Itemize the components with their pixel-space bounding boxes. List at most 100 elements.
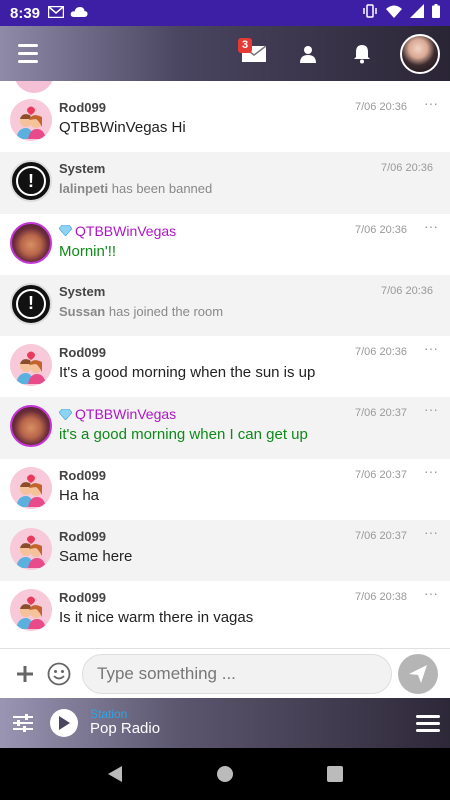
system-avatar: ! (10, 160, 52, 203)
battery-icon (432, 4, 440, 22)
attach-button[interactable] (8, 657, 42, 691)
home-button[interactable] (210, 759, 240, 789)
mail-button[interactable]: 3 (238, 37, 270, 70)
message-more-button[interactable]: ··· (424, 524, 438, 540)
message-timestamp: 7/06 20:36 (355, 101, 407, 113)
signal-icon (410, 4, 424, 22)
chat-message[interactable]: QTBBWinVegas Mornin'!! 7/06 20:36 ··· (0, 214, 450, 275)
status-bar: 8:39 (0, 0, 450, 26)
vibrate-icon (362, 4, 378, 22)
system-action: has joined the room (108, 303, 224, 319)
message-text: Is it nice warm there in vagas (59, 609, 254, 627)
message-text: Ha ha (59, 486, 100, 504)
system-subject[interactable]: lalinpeti (59, 181, 108, 196)
system-subject[interactable]: Sussan (59, 304, 105, 319)
cloud-icon (70, 5, 88, 22)
recents-icon (327, 766, 343, 782)
system-text: Sussan has joined the room (59, 304, 440, 319)
message-text: QTBBWinVegas Hi (59, 119, 186, 136)
partial-message-row (0, 81, 450, 93)
username-label: QTBBWinVegas (75, 406, 177, 423)
chat-message[interactable]: Rod099 QTBBWinVegas Hi 7/06 20:36 ··· (0, 91, 450, 152)
message-composer (0, 648, 450, 698)
exclamation-icon: ! (16, 166, 46, 197)
message-more-button[interactable]: ··· (424, 463, 438, 479)
user-icon (300, 45, 316, 63)
couple-avatar[interactable] (10, 589, 52, 632)
chat-message[interactable]: Rod099 It's a good morning when the sun … (0, 336, 450, 397)
station-name: Pop Radio (90, 720, 161, 738)
message-timestamp: 7/06 20:36 (355, 223, 407, 236)
user-avatar[interactable] (400, 33, 440, 74)
message-timestamp: 7/06 20:36 (381, 162, 433, 175)
system-nav-bar (0, 748, 450, 800)
chat-message[interactable]: Rod099 Same here 7/06 20:37 ··· (0, 520, 450, 582)
back-icon (108, 766, 122, 782)
exclamation-icon: ! (16, 288, 46, 319)
message-timestamp: 7/06 20:37 (355, 468, 407, 481)
equalizer-icon (13, 714, 33, 732)
back-button[interactable] (100, 759, 130, 789)
chat-message-list[interactable]: Rod099 QTBBWinVegas Hi 7/06 20:36 ··· ! … (0, 81, 450, 648)
radio-player-bar: Station Pop Radio (0, 698, 450, 748)
menu-icon-line (416, 721, 440, 725)
couple-avatar[interactable] (10, 528, 52, 571)
system-action: has been banned (111, 181, 213, 197)
message-more-button[interactable]: ··· (424, 340, 438, 356)
username-label: QTBBWinVegas (75, 222, 177, 239)
message-more-button[interactable]: ··· (424, 95, 438, 111)
message-text: Mornin'!! (59, 242, 117, 260)
equalizer-button[interactable] (10, 710, 36, 736)
menu-icon-line (416, 714, 440, 718)
hamburger-icon-line (18, 52, 38, 55)
system-avatar: ! (10, 282, 52, 325)
diamond-icon (59, 225, 72, 237)
lady-avatar[interactable] (10, 221, 52, 264)
lady-avatar[interactable] (10, 405, 52, 448)
emoji-button[interactable] (42, 657, 76, 691)
message-text: it's a good morning when I can get up (59, 426, 308, 444)
message-more-button[interactable]: ··· (424, 218, 438, 234)
notifications-button[interactable] (346, 38, 378, 70)
station-info[interactable]: Station Pop Radio (90, 707, 161, 738)
profile-button[interactable] (292, 38, 324, 70)
couple-avatar[interactable] (10, 99, 52, 141)
message-timestamp: 7/06 20:37 (355, 407, 407, 420)
hamburger-icon-line (18, 60, 38, 63)
play-button[interactable] (50, 709, 78, 737)
hamburger-menu-button[interactable] (10, 36, 46, 72)
chat-message[interactable]: Rod099 Is it nice warm there in vagas 7/… (0, 581, 450, 642)
wifi-icon (386, 5, 402, 22)
system-text: lalinpeti has been banned (59, 181, 440, 196)
home-icon (217, 766, 233, 782)
message-text: It's a good morning when the sun is up (59, 364, 316, 382)
app-header: 3 (0, 26, 450, 81)
system-message: ! System Sussan has joined the room 7/06… (0, 274, 450, 337)
send-icon (409, 664, 427, 683)
gmail-icon (47, 5, 65, 22)
message-timestamp: 7/06 20:36 (381, 284, 433, 297)
recents-button[interactable] (320, 759, 350, 789)
bell-icon (354, 44, 370, 63)
plus-icon (17, 665, 33, 682)
status-time: 8:39 (10, 4, 41, 22)
radio-menu-button[interactable] (416, 714, 440, 732)
send-button[interactable] (398, 653, 438, 694)
hamburger-icon-line (18, 44, 38, 47)
couple-avatar[interactable] (10, 344, 52, 387)
message-input[interactable] (82, 653, 392, 694)
menu-icon-line (416, 728, 440, 732)
couple-avatar[interactable] (10, 466, 52, 509)
mail-badge: 3 (238, 37, 253, 53)
message-timestamp: 7/06 20:37 (355, 530, 407, 543)
diamond-icon (59, 408, 72, 420)
message-text: Same here (59, 548, 133, 566)
message-timestamp: 7/06 20:38 (355, 591, 407, 604)
chat-message[interactable]: Rod099 Ha ha 7/06 20:37 ··· (0, 459, 450, 520)
play-icon (59, 716, 70, 730)
system-message: ! System lalinpeti has been banned 7/06 … (0, 152, 450, 214)
message-timestamp: 7/06 20:36 (355, 346, 407, 359)
message-more-button[interactable]: ··· (424, 401, 438, 417)
message-more-button[interactable]: ··· (424, 585, 438, 601)
chat-message[interactable]: QTBBWinVegas it's a good morning when I … (0, 397, 450, 459)
